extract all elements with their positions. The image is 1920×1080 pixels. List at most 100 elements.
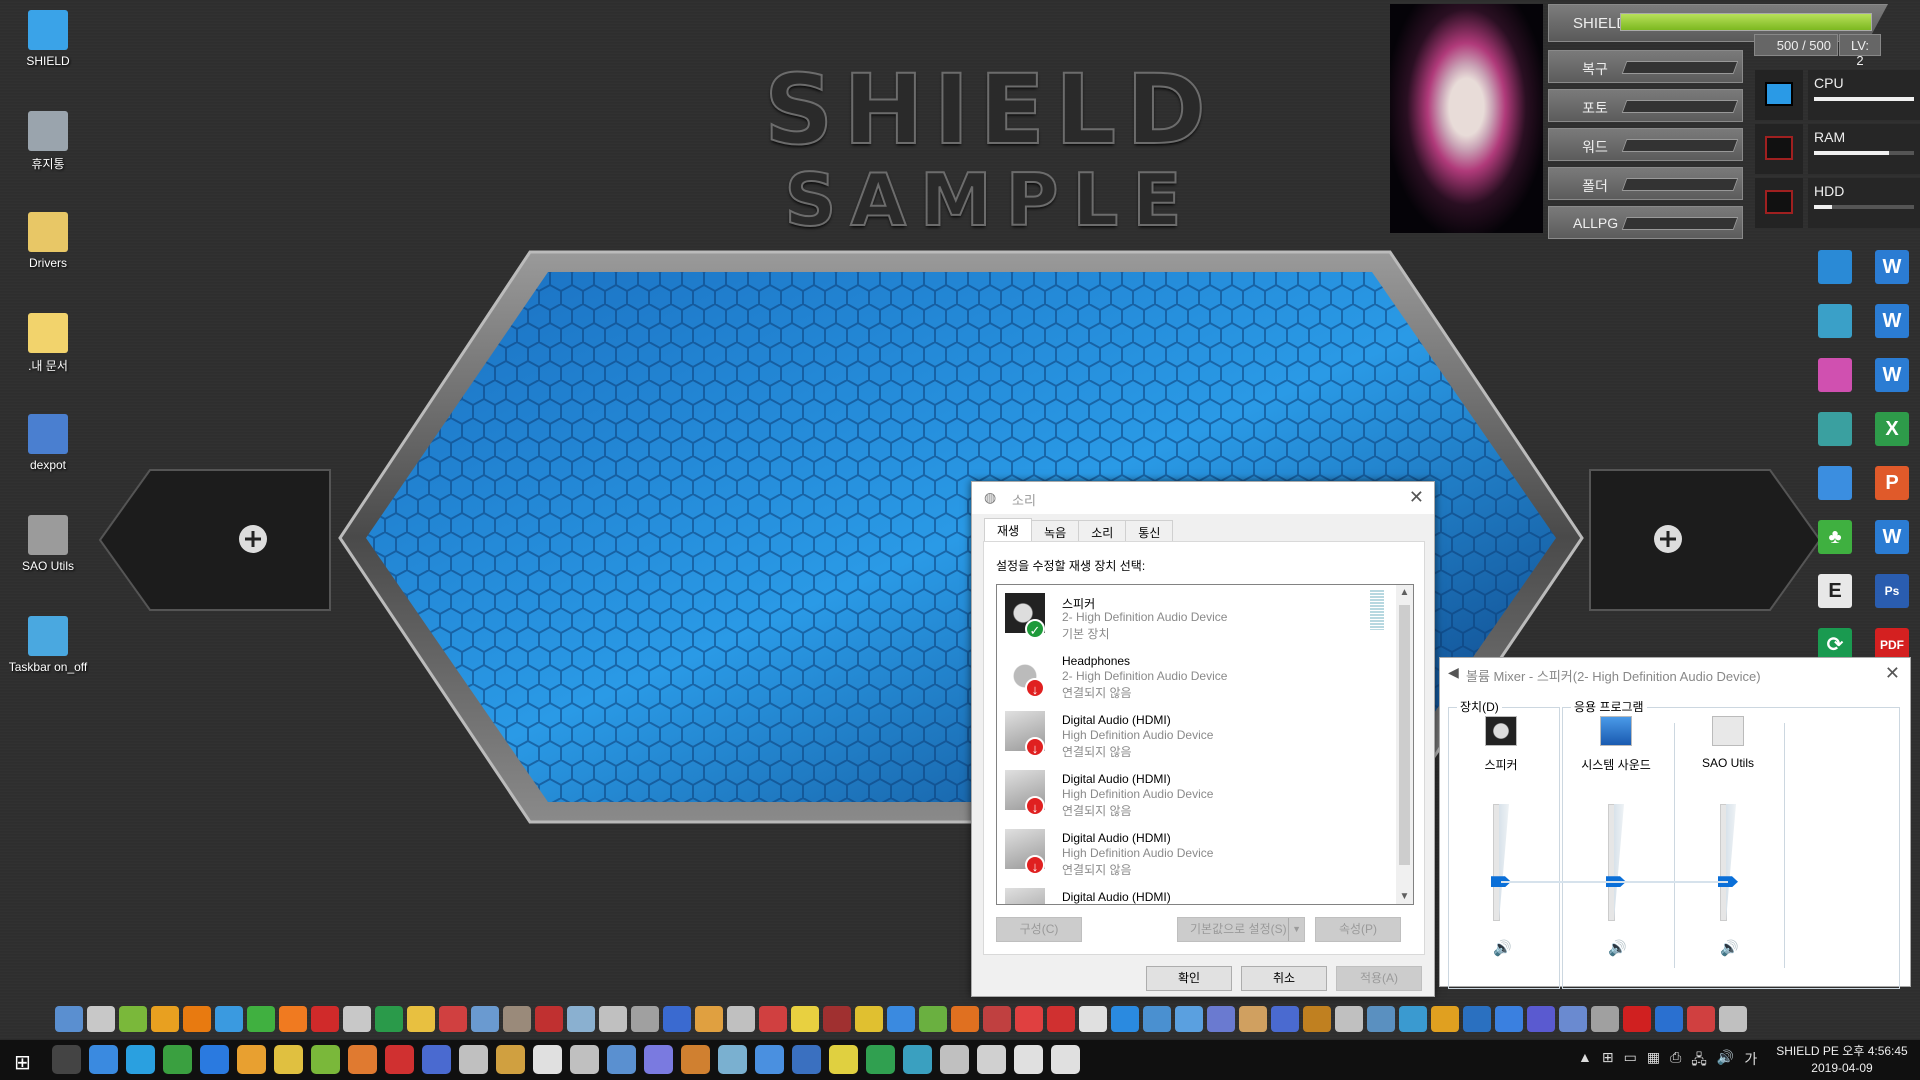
taskbar-app-icon[interactable]	[866, 1045, 895, 1074]
quick-launch-app-icon[interactable]	[311, 1006, 339, 1032]
word-icon[interactable]: W	[1875, 520, 1909, 554]
tray-icon[interactable]: ⊞	[1602, 1049, 1614, 1073]
mute-toggle-speaker-icon[interactable]: 🔊	[1720, 939, 1739, 957]
taskbar-app-icon[interactable]	[89, 1045, 118, 1074]
tab-0[interactable]: 재생	[984, 518, 1033, 542]
taskbar-app-icon[interactable]	[52, 1045, 81, 1074]
quick-launch-app-icon[interactable]	[823, 1006, 851, 1032]
quick-launch-app-icon[interactable]	[535, 1006, 563, 1032]
taskbar-app-icon[interactable]	[533, 1045, 562, 1074]
chevron-down-icon[interactable]: ▼	[1288, 918, 1301, 941]
quick-launch-app-icon[interactable]	[1687, 1006, 1715, 1032]
quick-launch-app-icon[interactable]	[215, 1006, 243, 1032]
quick-launch-app-icon[interactable]	[1047, 1006, 1075, 1032]
taskbar-app-icon[interactable]	[311, 1045, 340, 1074]
taskbar-app-icon[interactable]	[200, 1045, 229, 1074]
taskbar-app-icon[interactable]	[681, 1045, 710, 1074]
taskbar-app-icon[interactable]	[940, 1045, 969, 1074]
taskbar-app-icon[interactable]	[1051, 1045, 1080, 1074]
quick-launch-app-icon[interactable]	[1015, 1006, 1043, 1032]
quick-launch-app-icon[interactable]	[1399, 1006, 1427, 1032]
taskbar-app-icon[interactable]	[274, 1045, 303, 1074]
taskbar-app-icon[interactable]	[422, 1045, 451, 1074]
taskbar-app-icon[interactable]	[903, 1045, 932, 1074]
quick-launch-app-icon[interactable]	[1111, 1006, 1139, 1032]
volume-slider[interactable]	[1606, 804, 1634, 921]
quick-launch-app-icon[interactable]	[663, 1006, 691, 1032]
quick-launch-app-icon[interactable]	[1239, 1006, 1267, 1032]
taskbar-app-icon[interactable]	[496, 1045, 525, 1074]
taskbar-app-icon[interactable]	[1014, 1045, 1043, 1074]
quick-launch-app-icon[interactable]	[55, 1006, 83, 1032]
quick-launch-app-icon[interactable]	[983, 1006, 1011, 1032]
quick-launch-app-icon[interactable]	[503, 1006, 531, 1032]
scroll-up-icon[interactable]: ▲	[1396, 587, 1413, 598]
quick-launch-app-icon[interactable]	[151, 1006, 179, 1032]
device-list-item[interactable]: ✓ 스피커 2- High Definition Audio Device 기본 장치	[997, 587, 1392, 646]
taskbar-app-icon[interactable]	[570, 1045, 599, 1074]
quick-launch-app-icon[interactable]	[599, 1006, 627, 1032]
quick-launch-app-icon[interactable]	[1591, 1006, 1619, 1032]
taskbar-app-icon[interactable]	[385, 1045, 414, 1074]
tray-icon[interactable]: 🔊	[1717, 1049, 1734, 1073]
set-default-button[interactable]: 기본값으로 설정(S) ▼	[1177, 917, 1305, 942]
quick-launch-app-icon[interactable]	[87, 1006, 115, 1032]
quick-launch-app-icon[interactable]	[1559, 1006, 1587, 1032]
apply-button[interactable]: 적용(A)	[1336, 966, 1422, 991]
quick-launch-app-icon[interactable]	[727, 1006, 755, 1032]
quick-launch-app-icon[interactable]	[919, 1006, 947, 1032]
clover-icon[interactable]: ♣	[1818, 520, 1852, 554]
quick-launch-app-icon[interactable]	[1463, 1006, 1491, 1032]
tray-icon[interactable]: ▦	[1647, 1049, 1660, 1073]
powerpoint-icon[interactable]: P	[1875, 466, 1909, 500]
tray-icon[interactable]: 🖧	[1691, 1049, 1707, 1073]
quick-launch-app-icon[interactable]	[1175, 1006, 1203, 1032]
quick-launch-app-icon[interactable]	[1271, 1006, 1299, 1032]
scroll-down-icon[interactable]: ▼	[1396, 891, 1413, 902]
editor-icon[interactable]: E	[1818, 574, 1852, 608]
taskbar-app-icon[interactable]	[977, 1045, 1006, 1074]
computer-icon[interactable]	[1818, 466, 1852, 500]
launcher-row[interactable]: 폴더	[1548, 167, 1743, 200]
taskbar-app-icon[interactable]	[459, 1045, 488, 1074]
taskbar-app-icon[interactable]	[792, 1045, 821, 1074]
taskbar-app-icon[interactable]	[718, 1045, 747, 1074]
title-bar[interactable]: ◍ 소리 ✕	[972, 482, 1434, 514]
device-list-item[interactable]: ↓ Digital Audio (HDMI) High Definition Aud…	[997, 764, 1392, 823]
properties-button[interactable]: 속성(P)	[1315, 917, 1401, 942]
quick-launch-app-icon[interactable]	[1335, 1006, 1363, 1032]
quick-launch-app-icon[interactable]	[279, 1006, 307, 1032]
quick-launch-app-icon[interactable]	[631, 1006, 659, 1032]
volume-slider[interactable]	[1718, 804, 1746, 921]
tab-2[interactable]: 소리	[1078, 520, 1127, 542]
tray-icon[interactable]: ⎙	[1670, 1049, 1681, 1073]
launcher-row[interactable]: 복구	[1548, 50, 1743, 83]
device-list[interactable]: ▲ ▼ ✓ 스피커 2- High Definition Audio Device 기…	[996, 584, 1414, 905]
taskbar-app-icon[interactable]	[829, 1045, 858, 1074]
quick-launch-app-icon[interactable]	[247, 1006, 275, 1032]
close-button[interactable]: ✕	[1409, 487, 1424, 508]
device-list-item[interactable]: Digital Audio (HDMI)	[997, 882, 1392, 904]
configure-button[interactable]: 구성(C)	[996, 917, 1082, 942]
tray-icon[interactable]: 가	[1744, 1049, 1757, 1073]
quick-launch-app-icon[interactable]	[951, 1006, 979, 1032]
quick-launch-app-icon[interactable]	[887, 1006, 915, 1032]
quick-launch-app-icon[interactable]	[1623, 1006, 1651, 1032]
quick-launch-app-icon[interactable]	[183, 1006, 211, 1032]
quick-launch-app-icon[interactable]	[1143, 1006, 1171, 1032]
close-button[interactable]: ✕	[1885, 663, 1900, 684]
launcher-row[interactable]: 워드	[1548, 128, 1743, 161]
quick-launch-app-icon[interactable]	[1655, 1006, 1683, 1032]
scrollbar[interactable]: ▲ ▼	[1396, 585, 1413, 904]
quick-launch-app-icon[interactable]	[855, 1006, 883, 1032]
volume-slider[interactable]	[1491, 804, 1519, 921]
tray-icon[interactable]: ▲	[1578, 1049, 1592, 1073]
monitor-icon[interactable]	[1818, 250, 1852, 284]
quick-launch-app-icon[interactable]	[1495, 1006, 1523, 1032]
quick-launch-app-icon[interactable]	[1719, 1006, 1747, 1032]
quick-launch-app-icon[interactable]	[471, 1006, 499, 1032]
word-icon[interactable]: W	[1875, 358, 1909, 392]
quick-launch-app-icon[interactable]	[375, 1006, 403, 1032]
launcher-row[interactable]: 포토	[1548, 89, 1743, 122]
taskbar-app-icon[interactable]	[644, 1045, 673, 1074]
